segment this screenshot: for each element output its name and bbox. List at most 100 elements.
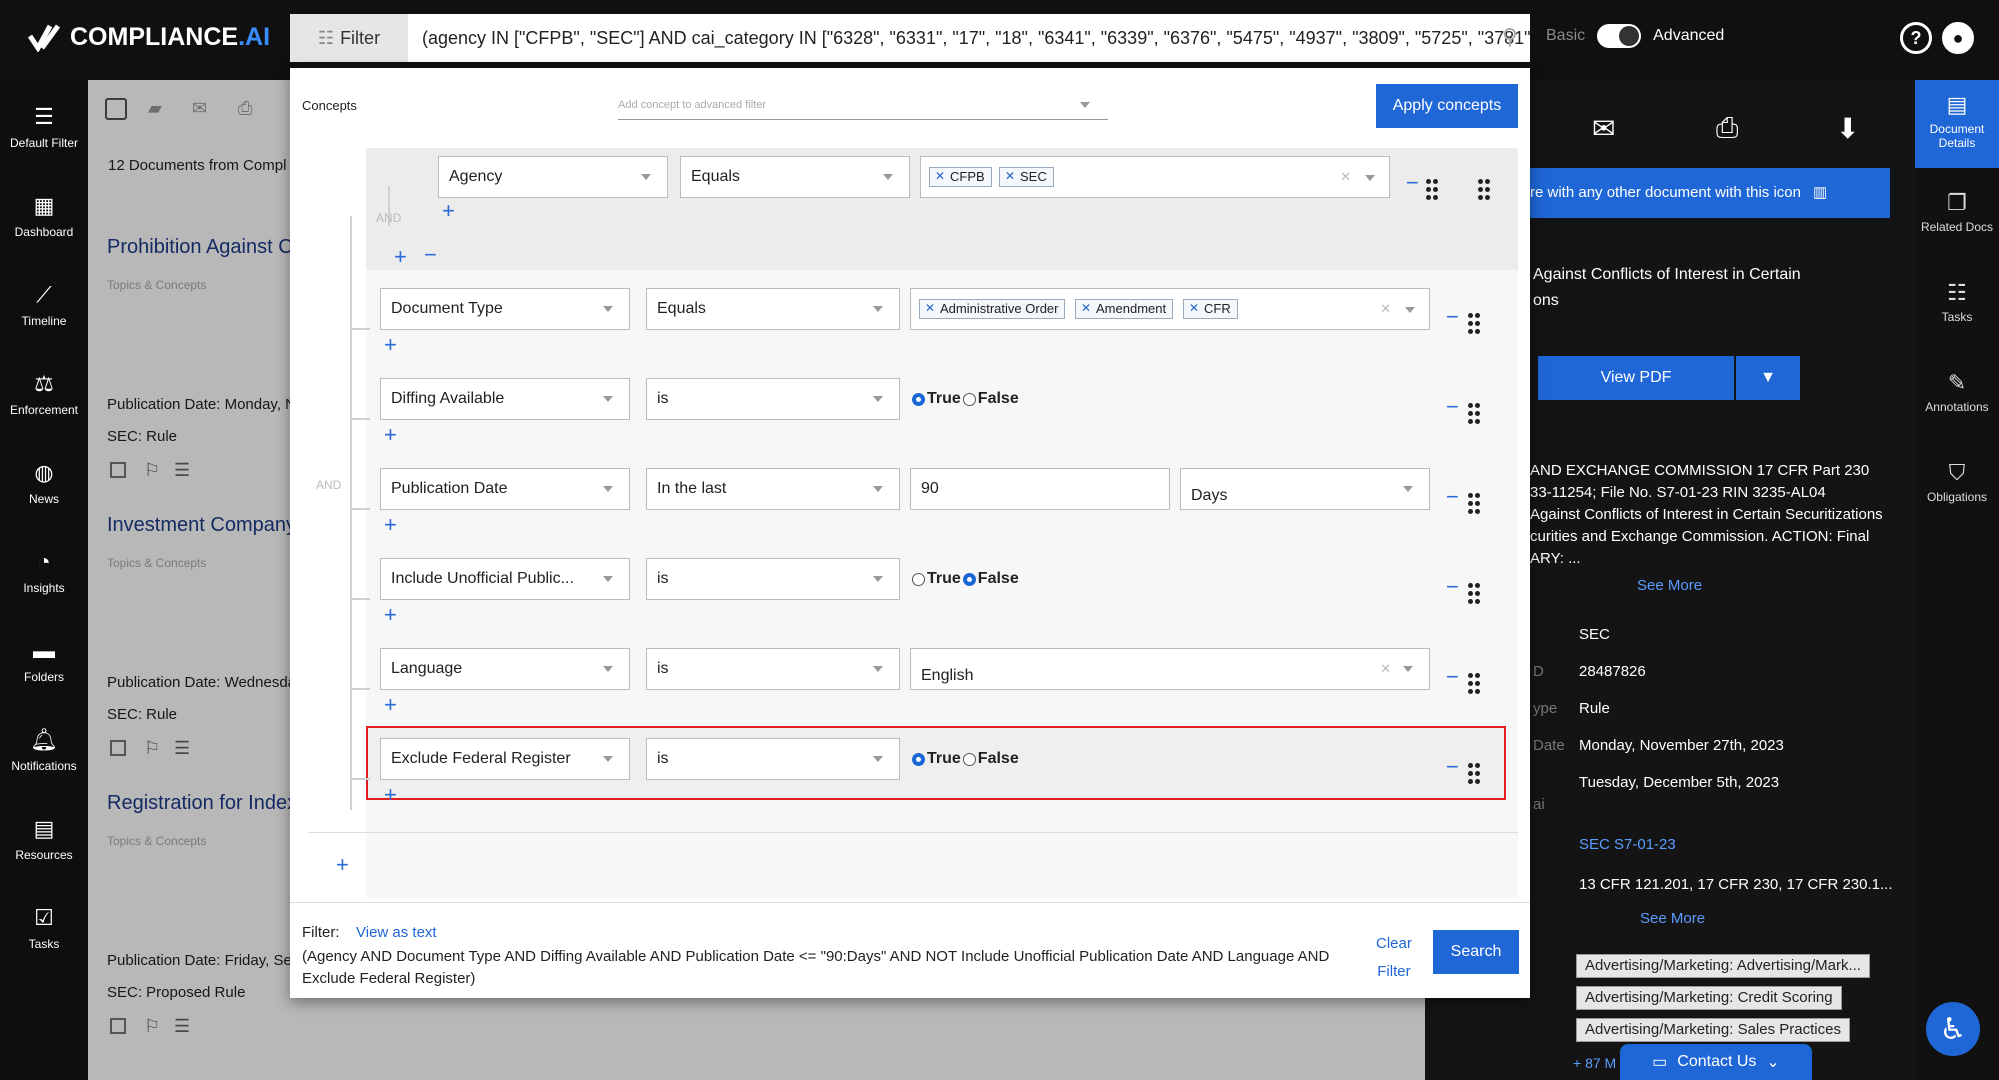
see-more-link[interactable]: See More xyxy=(1637,577,1702,594)
row-field-select[interactable]: Diffing Available xyxy=(380,378,630,420)
value-chip[interactable]: ✕ Administrative Order xyxy=(919,299,1066,319)
strip-document-details[interactable]: ▤ Document Details xyxy=(1915,92,1999,150)
drag-handle-icon[interactable] xyxy=(1468,763,1480,784)
nav-news[interactable]: ◍ News xyxy=(0,460,88,506)
close-icon[interactable]: ✕ xyxy=(925,301,935,315)
nav-notifications[interactable]: 🔔︎ Notifications xyxy=(0,727,88,773)
add-row-button[interactable]: + xyxy=(384,514,397,536)
remove-row-button[interactable]: − xyxy=(1446,396,1459,418)
row-operator-select[interactable]: is xyxy=(646,558,900,600)
row-field-select[interactable]: Document Type xyxy=(380,288,630,330)
strip-related-docs[interactable]: ❐ Related Docs xyxy=(1915,190,1999,234)
view-pdf-button[interactable]: View PDF xyxy=(1538,356,1734,400)
add-group-button[interactable]: + xyxy=(336,854,349,876)
apply-concepts-button[interactable]: Apply concepts xyxy=(1376,84,1518,128)
concept-select[interactable]: Add concept to advanced filter xyxy=(618,90,1108,120)
row-operator-select[interactable]: Equals xyxy=(680,156,910,198)
search-icon[interactable]: ⚲ xyxy=(1502,24,1518,50)
radio-false[interactable] xyxy=(962,752,976,766)
close-icon[interactable]: ✕ xyxy=(935,169,945,183)
remove-row-button[interactable]: − xyxy=(1446,576,1459,598)
days-value-input[interactable]: 90 xyxy=(910,468,1170,510)
radio-true[interactable] xyxy=(912,752,925,766)
topic-tag[interactable]: Advertising/Marketing: Credit Scoring xyxy=(1576,986,1842,1010)
compare-banner[interactable]: re with any other document with this ico… xyxy=(1530,168,1890,218)
more-tags-link[interactable]: + 87 M xyxy=(1573,1055,1616,1071)
value-chip[interactable]: ✕ Amendment xyxy=(1075,299,1174,319)
add-condition-button[interactable]: + xyxy=(394,246,407,268)
agency-values[interactable]: ✕ CFPB ✕ SEC ✕ xyxy=(920,156,1390,198)
help-icon[interactable]: ? xyxy=(1900,22,1932,54)
strip-tasks[interactable]: ☷ Tasks xyxy=(1915,280,1999,324)
close-icon[interactable]: ✕ xyxy=(1081,301,1091,315)
close-icon[interactable]: ✕ xyxy=(1005,169,1015,183)
remove-row-button[interactable]: − xyxy=(1446,306,1459,328)
row-field-select[interactable]: Include Unofficial Public... xyxy=(380,558,630,600)
strip-annotations[interactable]: ✎ Annotations xyxy=(1915,370,1999,414)
nav-tasks[interactable]: ☑ Tasks xyxy=(0,905,88,951)
add-row-button[interactable]: + xyxy=(442,200,455,222)
topic-tag[interactable]: Advertising/Marketing: Advertising/Mark.… xyxy=(1576,954,1870,978)
drag-handle-icon[interactable] xyxy=(1468,403,1480,424)
pdf-options-button[interactable]: ▼ xyxy=(1736,356,1800,400)
row-field-select[interactable]: Language xyxy=(380,648,630,690)
row-field-select[interactable]: Agency xyxy=(438,156,668,198)
filter-button[interactable]: ☷ Filter xyxy=(290,14,408,62)
query-input[interactable]: (agency IN ["CFPB", "SEC"] AND cai_categ… xyxy=(408,14,1530,62)
radio-false[interactable] xyxy=(962,572,976,586)
drag-handle-icon[interactable] xyxy=(1478,179,1490,200)
nav-folders[interactable]: ▬ Folders xyxy=(0,638,88,684)
drag-handle-icon[interactable] xyxy=(1468,493,1480,514)
print-icon[interactable]: ⎙ xyxy=(1716,112,1738,145)
docket-link[interactable]: SEC S7-01-23 xyxy=(1579,836,1676,853)
search-button[interactable]: Search xyxy=(1433,930,1519,974)
row-operator-select[interactable]: is xyxy=(646,648,900,690)
drag-handle-icon[interactable] xyxy=(1468,313,1480,334)
user-profile-icon[interactable]: ● xyxy=(1942,22,1974,54)
value-chip[interactable]: ✕ SEC xyxy=(999,167,1054,187)
row-field-select[interactable]: Exclude Federal Register xyxy=(380,738,630,780)
radio-true[interactable] xyxy=(912,392,925,406)
row-field-select[interactable]: Publication Date xyxy=(380,468,630,510)
language-select[interactable]: English ✕ xyxy=(910,648,1430,690)
add-row-button[interactable]: + xyxy=(384,424,397,446)
row-operator-select[interactable]: is xyxy=(646,738,900,780)
mode-basic-label[interactable]: Basic xyxy=(1546,27,1585,45)
document-type-values[interactable]: ✕ Administrative Order ✕ Amendment ✕ CFR ✕ xyxy=(910,288,1430,330)
remove-group-button[interactable]: − xyxy=(424,244,437,266)
nav-insights[interactable]: ◔ Insights xyxy=(0,549,88,595)
row-operator-select[interactable]: In the last xyxy=(646,468,900,510)
email-icon[interactable]: ✉ xyxy=(1592,112,1615,145)
remove-row-button[interactable]: − xyxy=(1446,756,1459,778)
strip-obligations[interactable]: ⛉ Obligations xyxy=(1915,460,1999,504)
drag-handle-icon[interactable] xyxy=(1468,673,1480,694)
close-icon[interactable]: ✕ xyxy=(1189,301,1199,315)
mode-toggle[interactable] xyxy=(1597,24,1642,48)
nav-default-filter[interactable]: ☰ Default Filter xyxy=(0,104,88,150)
unit-select[interactable]: Days xyxy=(1180,468,1430,510)
remove-row-button[interactable]: − xyxy=(1446,486,1459,508)
see-more-link[interactable]: See More xyxy=(1640,910,1705,927)
value-chip[interactable]: ✕ CFR xyxy=(1183,299,1238,319)
nav-enforcement[interactable]: ⚖ Enforcement xyxy=(0,371,88,417)
drag-handle-icon[interactable] xyxy=(1426,179,1438,200)
add-row-button[interactable]: + xyxy=(384,604,397,626)
remove-row-button[interactable]: − xyxy=(1446,666,1459,688)
remove-row-button[interactable]: − xyxy=(1406,172,1419,194)
drag-handle-icon[interactable] xyxy=(1468,583,1480,604)
clear-icon[interactable]: ✕ xyxy=(1380,301,1391,317)
add-row-button[interactable]: + xyxy=(384,784,397,806)
nav-resources[interactable]: ▤ Resources xyxy=(0,816,88,862)
clear-icon[interactable]: ✕ xyxy=(1380,661,1391,677)
accessibility-icon[interactable]: ♿︎ xyxy=(1926,1002,1980,1056)
nav-dashboard[interactable]: ▦ Dashboard xyxy=(0,193,88,239)
nav-timeline[interactable]: ⟋ Timeline xyxy=(0,282,88,328)
download-icon[interactable]: ⬇ xyxy=(1836,112,1859,145)
add-row-button[interactable]: + xyxy=(384,694,397,716)
clear-icon[interactable]: ✕ xyxy=(1340,169,1351,185)
view-as-text-link[interactable]: View as text xyxy=(356,924,437,941)
add-row-button[interactable]: + xyxy=(384,334,397,356)
app-logo[interactable]: COMPLIANCE.AI xyxy=(28,22,270,52)
row-operator-select[interactable]: is xyxy=(646,378,900,420)
radio-false[interactable] xyxy=(962,392,976,406)
